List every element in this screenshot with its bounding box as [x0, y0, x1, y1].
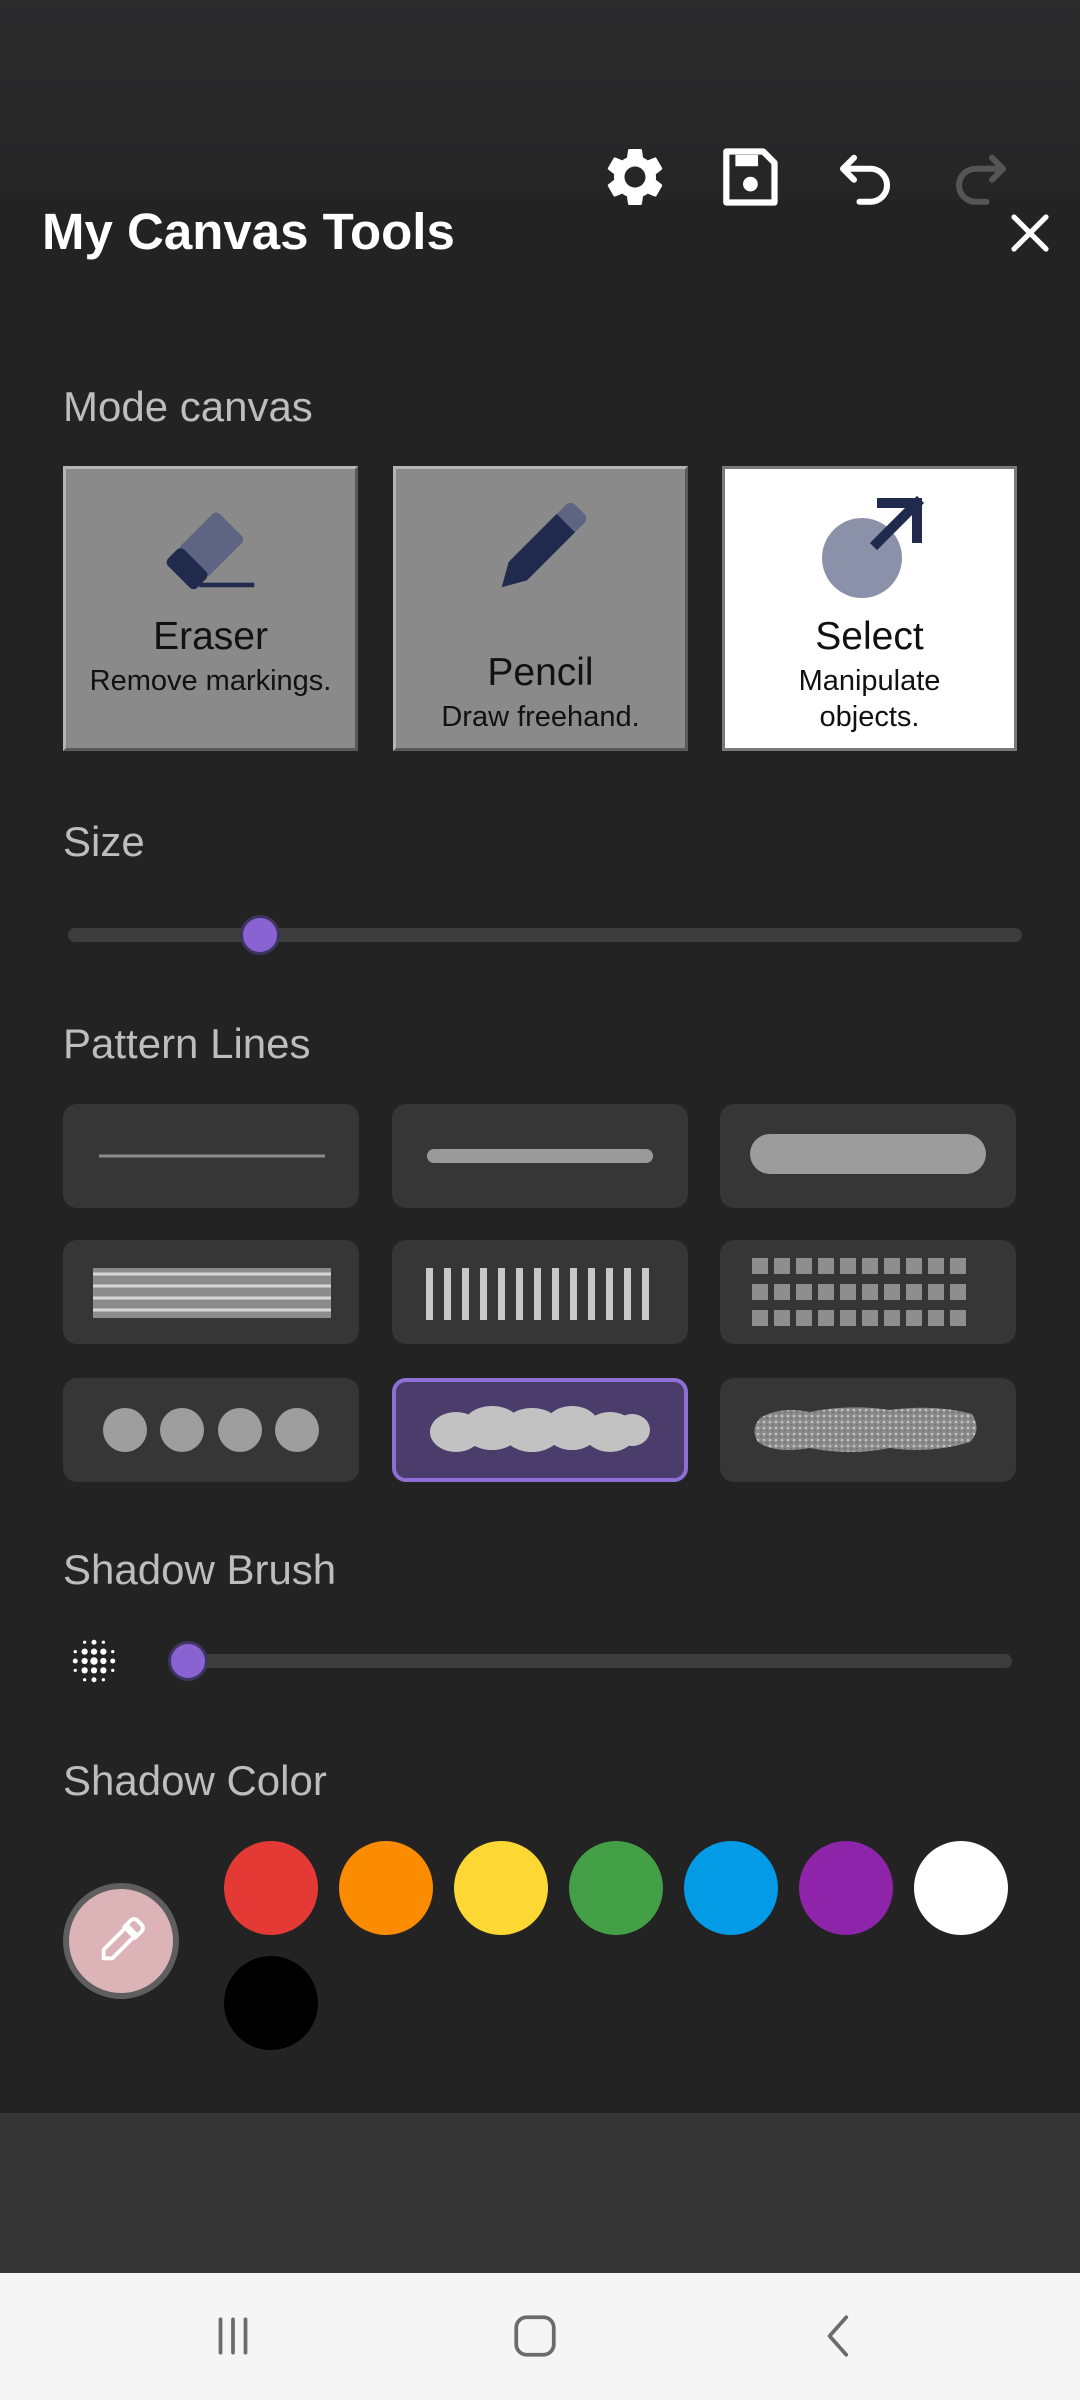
top-background [0, 0, 1080, 200]
pattern-vertical-stripes[interactable] [392, 1240, 688, 1344]
undo-button[interactable] [828, 140, 902, 214]
close-button[interactable] [995, 198, 1065, 268]
pattern-medium-line[interactable] [392, 1104, 688, 1208]
close-icon [1011, 214, 1049, 252]
pattern-horizontal-stripes[interactable] [63, 1240, 359, 1344]
color-swatch-green[interactable] [569, 1841, 663, 1935]
home-icon[interactable] [510, 2311, 560, 2361]
pattern-cloud[interactable] [392, 1378, 688, 1482]
mode-section-label: Mode canvas [63, 383, 313, 430]
size-slider[interactable] [68, 928, 1022, 942]
page-title: My Canvas Tools [42, 203, 455, 260]
mode-name: Pencil [487, 651, 594, 694]
pattern-grid[interactable] [720, 1240, 1016, 1344]
save-button[interactable] [712, 140, 786, 214]
pencil-icon [501, 502, 587, 588]
mode-select[interactable]: Select Manipulate objects. [722, 466, 1017, 751]
mode-eraser[interactable]: Eraser Remove markings. [63, 466, 358, 751]
shadow-brush-label: Shadow Brush [63, 1546, 337, 1593]
shadow-brush-slider[interactable] [168, 1654, 1012, 1668]
mode-desc: Draw freehand. [441, 701, 640, 733]
pattern-thick-line[interactable] [720, 1104, 1016, 1208]
dots-grid-icon [72, 1639, 116, 1683]
color-swatch-white[interactable] [914, 1841, 1008, 1935]
color-swatch-yellow[interactable] [454, 1841, 548, 1935]
color-swatch-purple[interactable] [799, 1841, 893, 1935]
color-swatch-blue[interactable] [684, 1841, 778, 1935]
settings-button[interactable] [598, 140, 672, 214]
pattern-thin-line[interactable] [63, 1104, 359, 1208]
mode-name: Select [815, 615, 924, 658]
save-icon [723, 148, 778, 206]
color-swatch-black[interactable] [224, 1956, 318, 2050]
gear-icon [607, 148, 663, 205]
eraser-icon [166, 512, 255, 590]
select-pointer-icon [822, 495, 925, 598]
recents-icon[interactable] [208, 2311, 258, 2361]
undo-icon [839, 154, 891, 205]
bottom-sheet-footer [0, 2113, 1080, 2273]
shadow-brush-slider-thumb[interactable] [168, 1641, 208, 1681]
pattern-dots[interactable] [63, 1378, 359, 1482]
mode-name: Eraser [153, 615, 268, 658]
pattern-section-label: Pattern Lines [63, 1020, 311, 1067]
size-section-label: Size [63, 818, 145, 865]
system-nav-bar [0, 2273, 1080, 2400]
shadow-color-label: Shadow Color [63, 1757, 327, 1804]
color-swatch-orange[interactable] [339, 1841, 433, 1935]
mode-desc: Manipulate objects. [798, 665, 941, 733]
eyedropper-icon [101, 1917, 145, 1961]
eyedropper-button[interactable] [63, 1883, 179, 1999]
size-slider-thumb[interactable] [240, 915, 280, 955]
pattern-spray[interactable] [720, 1378, 1016, 1482]
back-icon[interactable] [815, 2311, 865, 2361]
color-swatch-red[interactable] [224, 1841, 318, 1935]
mode-desc: Remove markings. [89, 665, 332, 697]
mode-pencil[interactable]: Pencil Draw freehand. [393, 466, 688, 751]
